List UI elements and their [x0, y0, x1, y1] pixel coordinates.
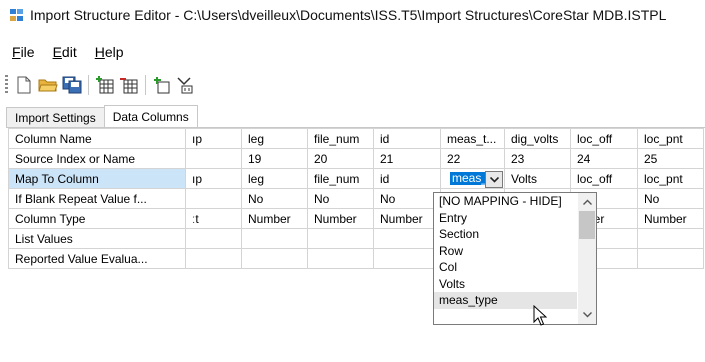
scrollbar-thumb[interactable]	[579, 211, 595, 239]
dropdown-option[interactable]: Entry	[434, 210, 577, 227]
save-icon[interactable]	[62, 75, 82, 95]
grid-cell[interactable]: loc_off	[570, 168, 638, 189]
grid-cell[interactable]	[373, 228, 441, 249]
grid-cell[interactable]: Number	[307, 208, 374, 229]
map-to-column-dropdown[interactable]: [NO MAPPING - HIDE] Entry Section Row Co…	[433, 192, 597, 325]
dropdown-list: [NO MAPPING - HIDE] Entry Section Row Co…	[434, 193, 577, 309]
menu-file[interactable]: File	[10, 44, 37, 60]
title-bar: Import Structure Editor - C:\Users\dveil…	[0, 0, 705, 30]
grid-row-list-values: List Values	[8, 228, 704, 249]
grid-cell[interactable]: id	[373, 128, 441, 149]
grid-cell[interactable]	[241, 248, 308, 269]
mouse-pointer-icon	[533, 304, 548, 330]
dropdown-option[interactable]: Row	[434, 243, 577, 260]
grid-cell[interactable]: 22	[440, 148, 505, 169]
grid-cell[interactable]: Number	[637, 208, 704, 229]
dropdown-option[interactable]: Section	[434, 226, 577, 243]
grid-cell[interactable]: meas_t...	[440, 128, 505, 149]
toolbar	[0, 69, 705, 101]
menu-bar: File Edit Help	[0, 41, 126, 63]
toolbar-grip[interactable]	[5, 75, 8, 95]
grid-cell[interactable]: No	[241, 188, 308, 209]
chevron-down-icon[interactable]	[578, 308, 596, 322]
open-icon[interactable]	[38, 75, 58, 95]
grid-cell[interactable]	[241, 228, 308, 249]
remove-column-icon[interactable]	[119, 75, 139, 95]
grid-cell[interactable]: Number	[373, 208, 441, 229]
menu-edit[interactable]: Edit	[51, 44, 79, 60]
row-header[interactable]: Reported Value Evalua...	[8, 248, 186, 269]
grid-row-column-name: Column Name ıp leg file_num id meas_t...…	[8, 128, 704, 149]
chevron-down-icon[interactable]	[485, 171, 503, 188]
grid-cell[interactable]	[307, 248, 374, 269]
grid-cell[interactable]: file_num	[307, 128, 374, 149]
dropdown-option[interactable]: [NO MAPPING - HIDE]	[434, 193, 577, 210]
dropdown-option[interactable]: Volts	[434, 276, 577, 293]
grid-cell[interactable]: loc_off	[570, 128, 638, 149]
row-header[interactable]: Source Index or Name	[8, 148, 186, 169]
row-header[interactable]: Column Name	[8, 128, 186, 149]
grid-cell[interactable]: No	[637, 188, 704, 209]
grid-cell[interactable]: ıp	[185, 128, 242, 149]
row-header[interactable]: Column Type	[8, 208, 186, 229]
grid-cell[interactable]: 24	[570, 148, 638, 169]
grid-cell[interactable]: id	[373, 168, 441, 189]
window-title: Import Structure Editor - C:\Users\dveil…	[30, 7, 667, 23]
dropdown-option[interactable]: Col	[434, 259, 577, 276]
grid-cell[interactable]: 21	[373, 148, 441, 169]
grid-row-map-to-column: Map To Column ıp leg file_num id meas_ V…	[8, 168, 704, 189]
grid-cell[interactable]: Volts	[504, 168, 571, 189]
dropdown-scrollbar[interactable]	[578, 193, 596, 324]
grid-cell[interactable]: 20	[307, 148, 374, 169]
toolbar-separator	[88, 75, 89, 95]
insert-icon[interactable]	[152, 75, 172, 95]
grid-cell[interactable]: dig_volts	[504, 128, 571, 149]
grid-cell[interactable]	[637, 228, 704, 249]
map-to-column-combo[interactable]: meas_	[447, 170, 504, 188]
grid-cell[interactable]: file_num	[307, 168, 374, 189]
grid-row-reported-value: Reported Value Evalua...	[8, 248, 704, 269]
grid-cell[interactable]: Number	[241, 208, 308, 229]
grid-cell[interactable]: leg	[241, 128, 308, 149]
grid-cell[interactable]: No	[307, 188, 374, 209]
data-columns-grid: Column Name ıp leg file_num id meas_t...…	[8, 128, 705, 362]
menu-help[interactable]: Help	[93, 44, 126, 60]
map-to-column-combo-cell[interactable]: meas_	[440, 168, 505, 189]
grid-cell[interactable]: loc_pnt	[637, 128, 704, 149]
grid-cell[interactable]: 23	[504, 148, 571, 169]
row-header[interactable]: List Values	[8, 228, 186, 249]
grid-row-source-index: Source Index or Name 19 20 21 22 23 24 2…	[8, 148, 704, 169]
grid-cell[interactable]	[185, 188, 242, 209]
grid-cell[interactable]	[373, 248, 441, 269]
grid-cell[interactable]: loc_pnt	[637, 168, 704, 189]
grid-cell[interactable]: No	[373, 188, 441, 209]
grid-cell[interactable]	[185, 248, 242, 269]
tab-strip: Import Settings Data Columns	[6, 104, 198, 129]
add-column-icon[interactable]	[95, 75, 115, 95]
grid-cell[interactable]: 19	[241, 148, 308, 169]
row-header[interactable]: Map To Column	[8, 168, 186, 189]
grid-cell[interactable]: 25	[637, 148, 704, 169]
app-icon	[10, 9, 24, 21]
mapping-icon[interactable]	[176, 75, 196, 95]
toolbar-separator	[145, 75, 146, 95]
grid-row-if-blank-repeat: If Blank Repeat Value f... No No No No	[8, 188, 704, 209]
grid-cell[interactable]	[185, 148, 242, 169]
grid-cell[interactable]: ːt	[185, 208, 242, 229]
dropdown-option[interactable]: meas_type	[434, 292, 577, 309]
chevron-up-icon[interactable]	[578, 195, 596, 209]
grid-cell[interactable]	[307, 228, 374, 249]
grid-cell[interactable]: leg	[241, 168, 308, 189]
row-header[interactable]: If Blank Repeat Value f...	[8, 188, 186, 209]
grid-cell[interactable]: ıp	[185, 168, 242, 189]
grid-cell[interactable]	[185, 228, 242, 249]
new-icon[interactable]	[14, 75, 34, 95]
tab-data-columns[interactable]: Data Columns	[103, 105, 198, 129]
grid-row-column-type: Column Type ːt Number Number Number mber…	[8, 208, 704, 229]
tab-import-settings[interactable]: Import Settings	[6, 107, 105, 128]
grid-cell[interactable]	[637, 248, 704, 269]
